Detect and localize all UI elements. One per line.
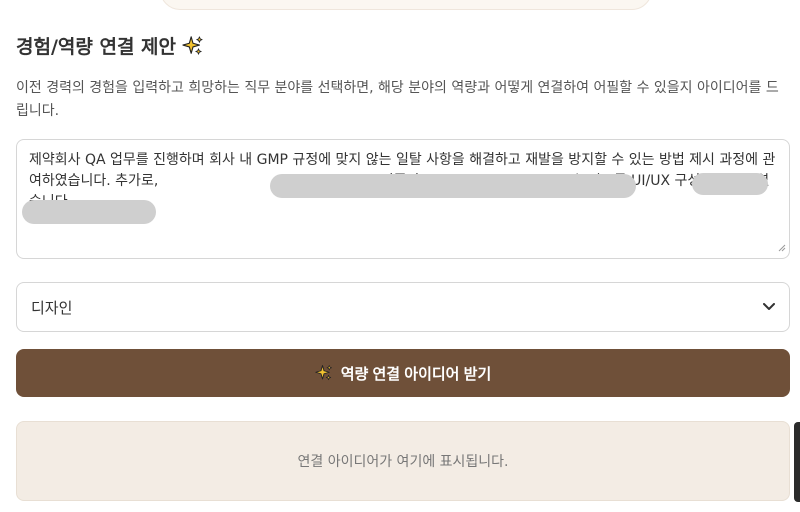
field-select-value: 디자인 [31, 298, 73, 317]
top-card-edge [160, 0, 652, 10]
field-select[interactable]: 디자인 [16, 282, 790, 332]
chevron-down-icon [763, 303, 775, 310]
section-title: 경험/역량 연결 제안 [16, 32, 204, 59]
sparkle-icon [315, 365, 332, 381]
sparkle-icon [182, 35, 203, 55]
get-idea-button-label: 역량 연결 아이디어 받기 [340, 365, 492, 383]
redaction-mark [22, 200, 156, 224]
section-description: 이전 경력의 경험을 입력하고 희망하는 직무 분야를 선택하면, 해당 분야의… [16, 80, 779, 119]
resize-grip-icon[interactable] [776, 242, 786, 252]
result-panel: 연결 아이디어가 여기에 표시됩니다. [16, 421, 790, 501]
redaction-mark [270, 174, 636, 198]
section-title-text: 경험/역량 연결 제안 [16, 36, 177, 58]
scrollbar[interactable] [794, 422, 800, 502]
get-idea-button[interactable]: 역량 연결 아이디어 받기 [16, 349, 790, 397]
result-placeholder: 연결 아이디어가 여기에 표시됩니다. [297, 454, 509, 470]
redaction-mark [692, 173, 768, 195]
experience-textarea[interactable]: 제약회사 QA 업무를 진행하며 회사 내 GMP 규정에 맞지 않는 일탈 사… [16, 139, 790, 259]
